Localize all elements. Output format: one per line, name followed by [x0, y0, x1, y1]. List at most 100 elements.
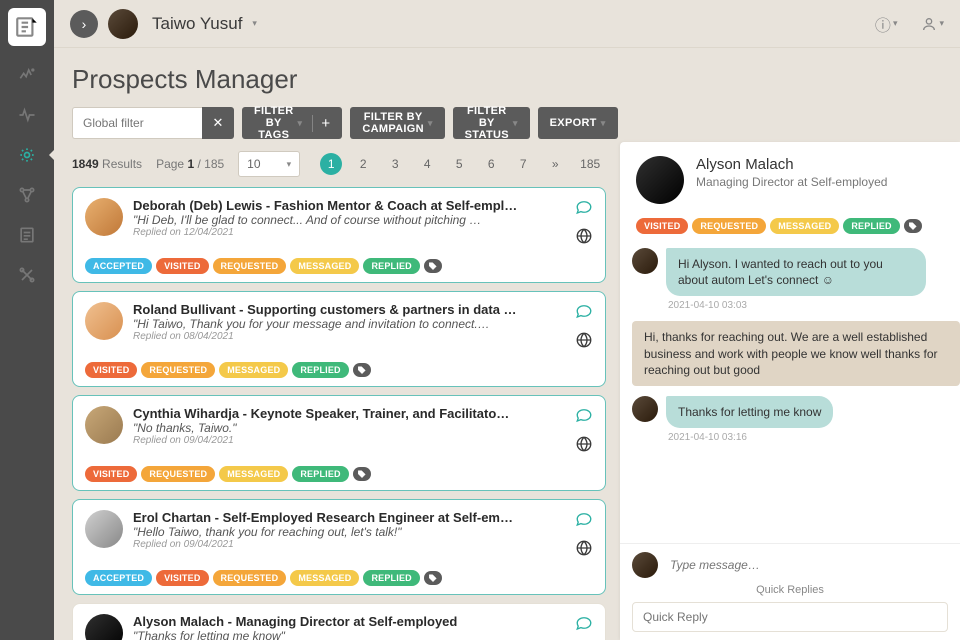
tag-replied: REPLIED — [292, 466, 348, 482]
prospect-title: Erol Chartan - Self-Employed Research En… — [133, 510, 565, 525]
tag-replied: REPLIED — [363, 570, 419, 586]
global-filter-input[interactable] — [72, 107, 202, 139]
nav-forward-button[interactable]: › — [70, 10, 98, 38]
chat-icon[interactable] — [575, 198, 593, 221]
prospect-title: Alyson Malach - Managing Director at Sel… — [133, 614, 565, 629]
msg-time: 2021-04-10 03:03 — [668, 300, 960, 311]
msg-avatar — [632, 396, 658, 422]
tag-add[interactable] — [904, 219, 922, 233]
user-avatar[interactable] — [108, 9, 138, 39]
page-1[interactable]: 1 — [320, 153, 342, 175]
msg-avatar — [632, 248, 658, 274]
tag-replied: REPLIED — [843, 218, 899, 234]
globe-icon[interactable] — [575, 539, 593, 562]
filter-tags-button[interactable]: FILTER BY TAGS▾+ — [242, 107, 342, 139]
tag-visited: VISITED — [85, 362, 137, 378]
detail-role: Managing Director at Self-employed — [696, 175, 887, 189]
info-menu[interactable]: ⓘ▾ — [875, 12, 898, 36]
prospect-message: "Hello Taiwo, thank you for reaching out… — [133, 525, 565, 539]
msg-in: Hi, thanks for reaching out. We are a we… — [632, 321, 960, 386]
msg-out: Hi Alyson. I wanted to reach out to you … — [666, 248, 926, 296]
detail-avatar — [636, 156, 684, 204]
page-2[interactable]: 2 — [352, 153, 374, 175]
tag-add[interactable] — [353, 467, 371, 481]
tag-add[interactable] — [424, 259, 442, 273]
page-5[interactable]: 5 — [448, 153, 470, 175]
prospects-list: Deborah (Deb) Lewis - Fashion Mentor & C… — [72, 187, 606, 640]
prospect-message: "Hi Taiwo, Thank you for your message an… — [133, 317, 565, 331]
tag-requested: REQUESTED — [141, 362, 215, 378]
prospect-card[interactable]: Erol Chartan - Self-Employed Research En… — [72, 499, 606, 595]
prospect-avatar — [85, 510, 123, 548]
user-name: Taiwo Yusuf — [152, 14, 242, 34]
page-»[interactable]: » — [544, 153, 566, 175]
chat-icon[interactable] — [575, 510, 593, 533]
detail-tags: VISITED REQUESTED MESSAGED REPLIED — [620, 218, 960, 244]
detail-name: Alyson Malach — [696, 156, 887, 173]
nav-tools-icon[interactable] — [16, 264, 38, 286]
center-column: Prospects Manager ✕ FILTER BY TAGS▾+ FIL… — [72, 48, 620, 640]
prospect-card[interactable]: Roland Bullivant - Supporting customers … — [72, 291, 606, 387]
globe-icon[interactable] — [575, 227, 593, 250]
tag-messaged: MESSAGED — [290, 570, 359, 586]
prospect-card[interactable]: Cynthia Wihardja - Keynote Speaker, Trai… — [72, 395, 606, 491]
global-filter-clear[interactable]: ✕ — [202, 107, 234, 139]
prospect-message: "No thanks, Taiwo." — [133, 421, 565, 435]
main: › Taiwo Yusuf ▾ ⓘ▾ ▾ Prospects Manager ✕… — [54, 0, 960, 640]
user-menu-caret[interactable]: ▾ — [252, 18, 257, 29]
nav-document-icon[interactable] — [16, 224, 38, 246]
prospect-avatar — [85, 302, 123, 340]
pagination: 1234567 » 185 — [320, 153, 604, 175]
chat-icon[interactable] — [575, 614, 593, 637]
page-3[interactable]: 3 — [384, 153, 406, 175]
tag-replied: REPLIED — [363, 258, 419, 274]
nav-pulse-icon[interactable] — [16, 104, 38, 126]
tag-requested: REQUESTED — [141, 466, 215, 482]
tag-visited: VISITED — [85, 466, 137, 482]
account-menu[interactable]: ▾ — [921, 16, 944, 32]
prospect-card[interactable]: Alyson Malach - Managing Director at Sel… — [72, 603, 606, 640]
tag-requested: REQUESTED — [213, 258, 287, 274]
prospect-tags: VISITEDREQUESTEDMESSAGEDREPLIED — [85, 362, 593, 378]
nav-activity-icon[interactable] — [16, 64, 38, 86]
prospect-title: Deborah (Deb) Lewis - Fashion Mentor & C… — [133, 198, 565, 213]
tag-messaged: MESSAGED — [219, 362, 288, 378]
quick-reply-input[interactable] — [632, 602, 948, 632]
detail-pane: Alyson Malach Managing Director at Self-… — [620, 142, 960, 640]
prospect-tags: ACCEPTEDVISITEDREQUESTEDMESSAGEDREPLIED — [85, 570, 593, 586]
nav-prospects-icon[interactable] — [16, 144, 38, 166]
message-input[interactable] — [666, 552, 948, 578]
chat-icon[interactable] — [575, 406, 593, 429]
per-page-select[interactable]: 10▾ — [238, 151, 300, 177]
page-6[interactable]: 6 — [480, 153, 502, 175]
tag-visited: VISITED — [636, 218, 688, 234]
prospect-avatar — [85, 406, 123, 444]
prospect-message: "Hi Deb, I'll be glad to connect... And … — [133, 213, 565, 227]
tag-accepted: ACCEPTED — [85, 570, 152, 586]
tag-visited: VISITED — [156, 570, 208, 586]
results-bar: 1849 Results Page 1 / 185 10▾ 1234567»18… — [72, 151, 606, 177]
export-button[interactable]: EXPORT▾ — [538, 107, 618, 139]
chat-icon[interactable] — [575, 302, 593, 325]
filter-status-button[interactable]: FILTER BY STATUS▾ — [453, 107, 530, 139]
prospect-tags: ACCEPTEDVISITEDREQUESTEDMESSAGEDREPLIED — [85, 258, 593, 274]
prospect-date: Replied on 09/04/2021 — [133, 435, 565, 446]
page-4[interactable]: 4 — [416, 153, 438, 175]
msg-out: Thanks for letting me know — [666, 396, 833, 428]
tag-add[interactable] — [353, 363, 371, 377]
prospect-date: Replied on 08/04/2021 — [133, 331, 565, 342]
sidebar — [0, 0, 54, 640]
topbar: › Taiwo Yusuf ▾ ⓘ▾ ▾ — [54, 0, 960, 48]
page-185[interactable]: 185 — [576, 153, 604, 175]
globe-icon[interactable] — [575, 331, 593, 354]
quick-replies-label: Quick Replies — [632, 584, 948, 596]
nav-workflow-icon[interactable] — [16, 184, 38, 206]
globe-icon[interactable] — [575, 435, 593, 458]
prospect-card[interactable]: Deborah (Deb) Lewis - Fashion Mentor & C… — [72, 187, 606, 283]
page-7[interactable]: 7 — [512, 153, 534, 175]
composer: Quick Replies — [620, 543, 960, 640]
tag-add[interactable] — [424, 571, 442, 585]
prospect-date: Replied on 09/04/2021 — [133, 539, 565, 550]
tag-messaged: MESSAGED — [290, 258, 359, 274]
filter-campaign-button[interactable]: FILTER BY CAMPAIGN▾ — [350, 107, 444, 139]
